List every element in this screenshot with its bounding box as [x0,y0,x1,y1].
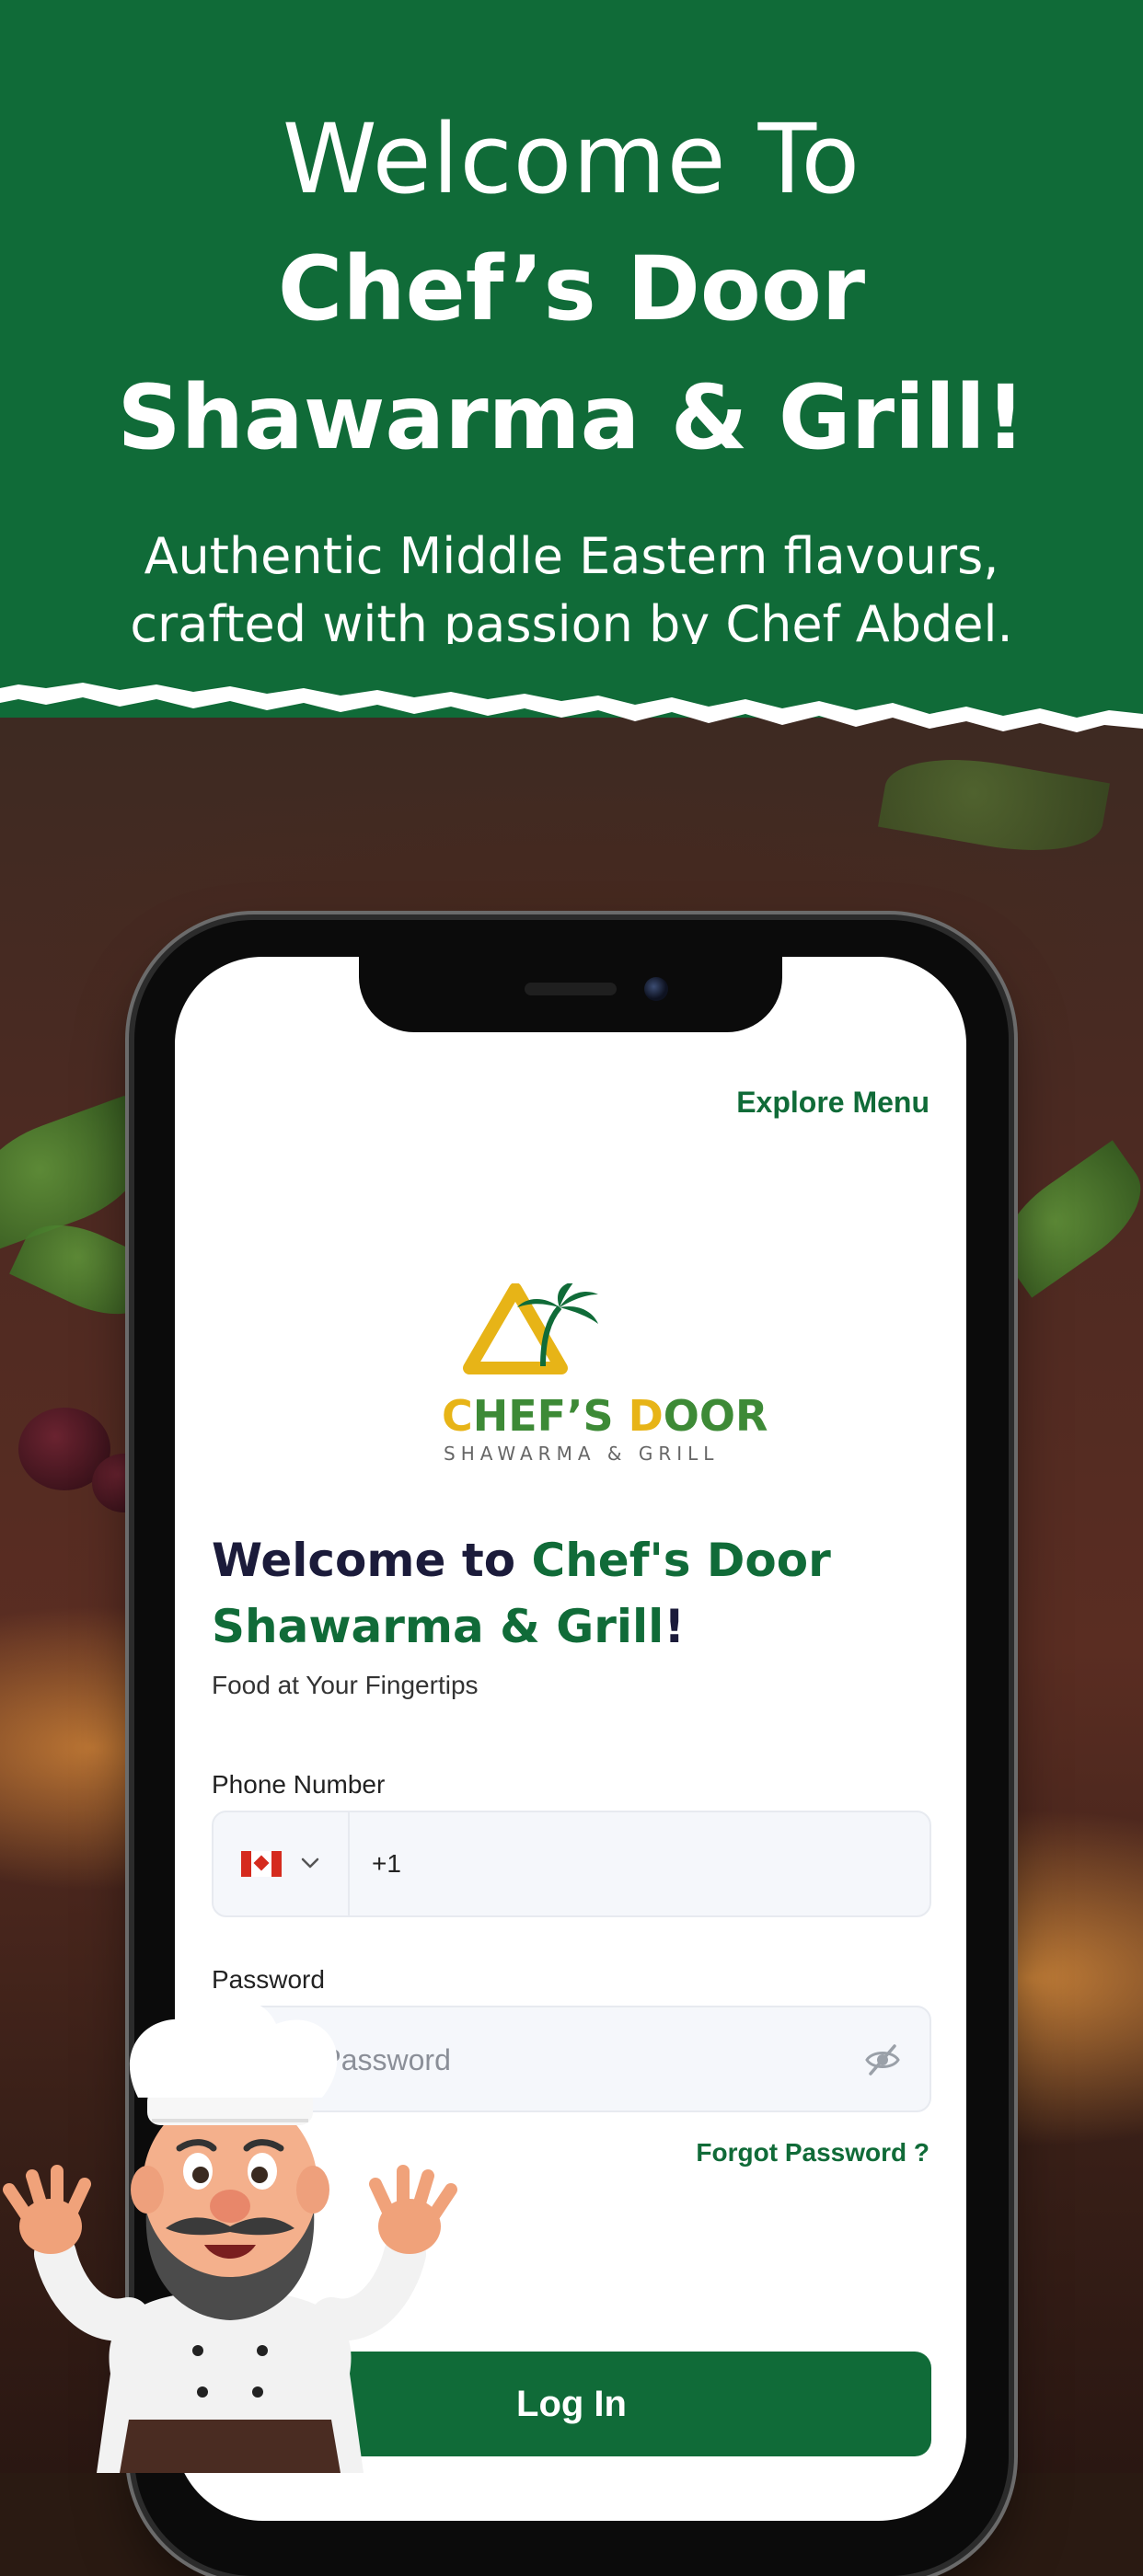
phone-number-label: Phone Number [212,1770,386,1799]
logo-letter: C [442,1391,473,1441]
hero-title-line1: Welcome To [282,103,861,215]
welcome-prefix: Welcome to [212,1534,532,1587]
country-code-selector[interactable] [214,1812,350,1915]
hero-title-line2: Chef’s Door [277,237,866,340]
welcome-suffix: ! [664,1600,686,1653]
welcome-brand-line2: Shawarma & Grill [212,1600,664,1653]
logo-text: HEF’S [472,1391,629,1441]
herb-leaf [878,744,1110,866]
torn-paper-edge [0,644,1143,732]
logo-letter: D [628,1391,664,1441]
logo-tagline: SHAWARMA & GRILL [444,1443,720,1465]
welcome-brand-line1: Chef's Door [531,1534,831,1587]
canada-flag-icon [241,1851,282,1877]
hero-header: Welcome To Chef’s Door Shawarma & Grill!… [0,0,1143,718]
hero-subtitle-line1: Authentic Middle Eastern flavours, [144,527,999,585]
forgot-password-link[interactable]: Forgot Password ? [696,2138,929,2168]
phone-side-button [127,1343,134,1472]
explore-menu-link[interactable]: Explore Menu [736,1086,929,1120]
phone-speaker [525,983,617,995]
phone-side-button [127,1205,134,1270]
phone-camera [644,977,668,1001]
chef-mascot-illustration [3,1999,457,2473]
phone-number-field[interactable]: +1 [212,1811,931,1917]
app-tagline: Food at Your Fingertips [212,1671,479,1699]
country-dial-code: +1 [372,1849,401,1878]
phone-side-button [1009,1380,1016,1564]
welcome-heading: Welcome to Chef's Door Shawarma & Grill! [212,1527,948,1660]
hero-subtitle: Authentic Middle Eastern flavours, craft… [0,523,1143,659]
hero-title-line3: Shawarma & Grill! [117,366,1026,469]
eye-off-icon[interactable] [863,2041,902,2079]
logo-text: OOR [663,1391,768,1441]
chevron-down-icon [301,1857,319,1869]
logo-wordmark: CHEF’S DOOR [442,1391,768,1441]
